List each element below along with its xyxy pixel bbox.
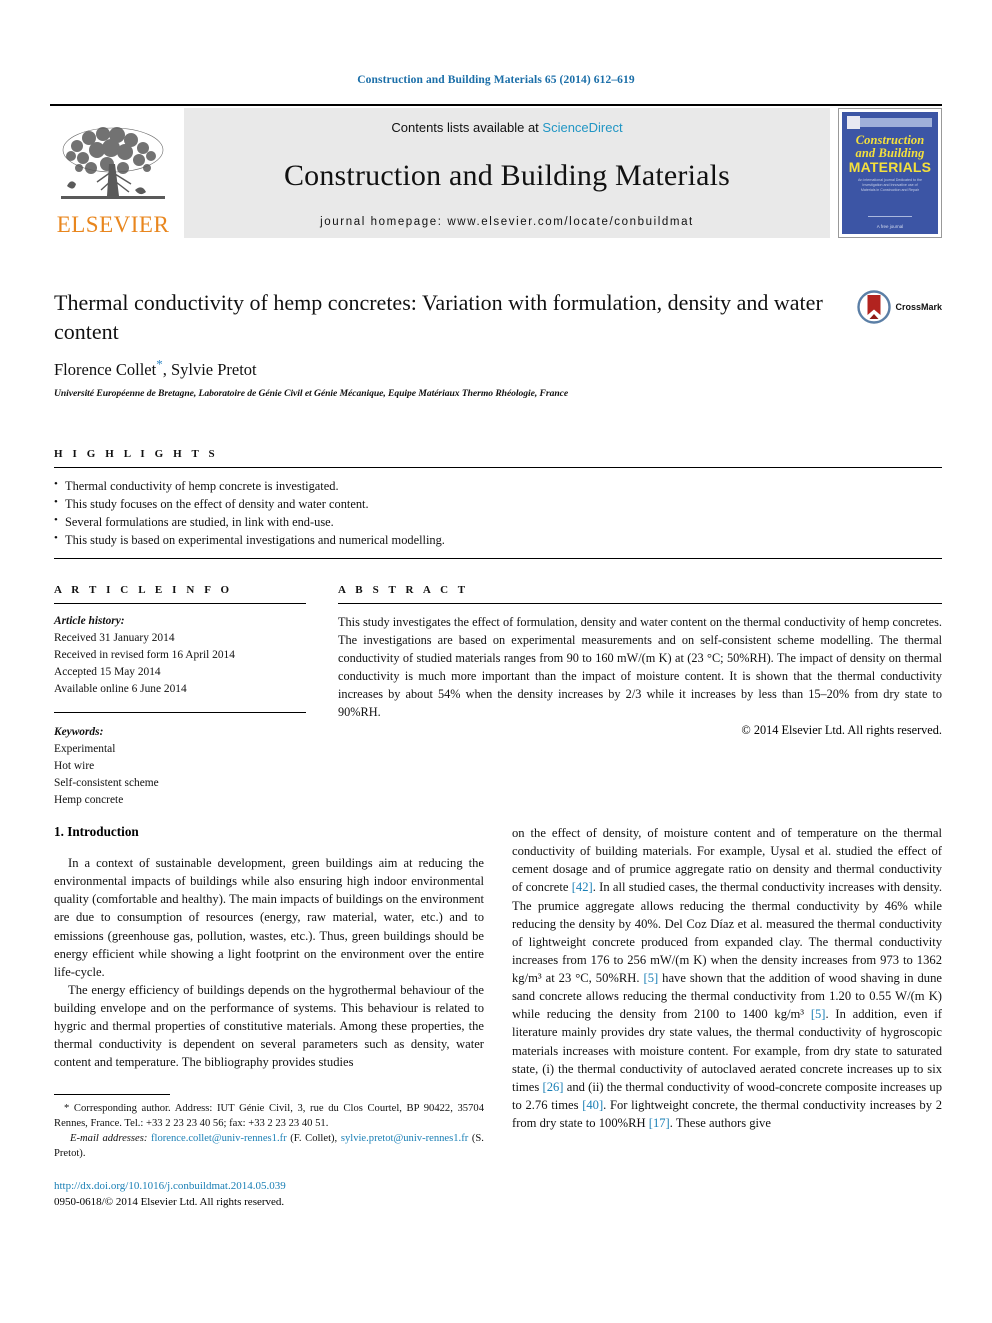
elsevier-wordmark: ELSEVIER xyxy=(56,212,170,237)
history-item: Available online 6 June 2014 xyxy=(54,683,187,696)
article-history: Article history: Received 31 January 201… xyxy=(54,613,306,699)
paragraph: In a context of sustainable development,… xyxy=(54,856,484,979)
crossmark-badge[interactable]: CrossMark xyxy=(857,290,942,324)
citation-ref-5b[interactable]: [5] xyxy=(811,1007,826,1021)
doi-block: http://dx.doi.org/10.1016/j.conbuildmat.… xyxy=(54,1179,484,1211)
citation-ref-40[interactable]: [40] xyxy=(582,1098,603,1112)
doi-link[interactable]: http://dx.doi.org/10.1016/j.conbuildmat.… xyxy=(54,1179,484,1195)
keyword-item: Self-consistent scheme xyxy=(54,776,159,789)
highlights-label: H I G H L I G H T S xyxy=(54,448,219,460)
citation-ref-42[interactable]: [42] xyxy=(572,880,593,894)
list-item: Several formulations are studied, in lin… xyxy=(54,512,942,531)
contents-prefix: Contents lists available at xyxy=(391,120,543,135)
history-item: Received in revised form 16 April 2014 xyxy=(54,649,235,662)
paragraph-continued: on the effect of density, of moisture co… xyxy=(512,824,942,1132)
keyword-item: Hemp concrete xyxy=(54,793,124,806)
highlights-divider xyxy=(54,467,942,468)
cover-divider xyxy=(868,216,912,217)
text-run: . In all studied cases, the thermal cond… xyxy=(512,880,942,985)
section-heading-introduction: 1. Introduction xyxy=(54,824,139,839)
highlights-list: Thermal conductivity of hemp concrete is… xyxy=(54,476,942,549)
article-info-divider xyxy=(54,603,306,604)
citation-ref-5a[interactable]: [5] xyxy=(644,971,659,985)
email-owner-1: (F. Collet), xyxy=(290,1132,338,1144)
list-item: This study focuses on the effect of dens… xyxy=(54,494,942,513)
elsevier-tree-icon xyxy=(61,127,165,199)
cover-blurb: An international journal Dedicated to th… xyxy=(858,178,922,193)
author-rest[interactable]: , Sylvie Pretot xyxy=(163,360,257,379)
journal-title: Construction and Building Materials xyxy=(283,158,731,192)
crossmark-icon xyxy=(857,290,892,324)
abstract-divider xyxy=(338,603,942,604)
paper-page: Construction and Building Materials 65 (… xyxy=(0,0,992,1323)
email-link-1[interactable]: florence.collet@univ-rennes1.fr xyxy=(151,1133,287,1144)
cover-top-band xyxy=(848,118,932,127)
citation-ref-17[interactable]: [17] xyxy=(649,1116,670,1130)
history-item: Received 31 January 2014 xyxy=(54,632,175,645)
affiliation: Université Européenne de Bretagne, Labor… xyxy=(54,388,569,400)
abstract-text: This study investigates the effect of fo… xyxy=(338,615,942,719)
footnote-divider xyxy=(54,1093,170,1095)
info-abstract-block: A R T I C L E I N F O Article history: R… xyxy=(54,584,942,809)
body-right-column: on the effect of density, of moisture co… xyxy=(512,824,942,1211)
keywords-block: Keywords: Experimental Hot wire Self-con… xyxy=(54,711,306,810)
journal-cover-thumbnail[interactable]: Construction and Building MATERIALS An i… xyxy=(838,108,942,238)
citation-ref-26[interactable]: [26] xyxy=(543,1080,564,1094)
elsevier-logo[interactable]: ELSEVIER xyxy=(50,108,176,238)
email-link-2[interactable]: sylvie.pretot@univ-rennes1.fr xyxy=(341,1133,468,1144)
article-info-column: A R T I C L E I N F O Article history: R… xyxy=(54,584,306,809)
history-item: Accepted 15 May 2014 xyxy=(54,666,161,679)
paragraph: The energy efficiency of buildings depen… xyxy=(54,982,484,1070)
contents-available-line: Contents lists available at ScienceDirec… xyxy=(391,120,622,135)
body-columns: 1. Introduction In a context of sustaina… xyxy=(54,824,942,1211)
journal-band: Contents lists available at ScienceDirec… xyxy=(184,108,830,238)
article-info-label: A R T I C L E I N F O xyxy=(54,584,233,596)
author-list: Florence Collet*, Sylvie Pretot xyxy=(54,358,844,380)
article-history-label: Article history: xyxy=(54,615,125,627)
email-addresses-label: E-mail addresses: xyxy=(70,1132,148,1144)
keyword-item: Hot wire xyxy=(54,759,95,772)
abstract-column: A B S T R A C T This study investigates … xyxy=(338,584,942,809)
highlights-section: H I G H L I G H T S Thermal conductivity… xyxy=(54,448,942,560)
author-first[interactable]: Florence Collet xyxy=(54,360,156,379)
issn-copyright-line: 0950-0618/© 2014 Elsevier Ltd. All right… xyxy=(54,1195,285,1208)
highlights-bottom-divider xyxy=(54,558,942,560)
body-left-column: 1. Introduction In a context of sustaina… xyxy=(54,824,484,1211)
footnote-block: * Corresponding author. Address: IUT Gén… xyxy=(54,1093,484,1211)
cover-elsevier-mark xyxy=(847,116,860,129)
keywords-label: Keywords: xyxy=(54,725,104,738)
corresponding-author-note: * Corresponding author. Address: IUT Gén… xyxy=(54,1102,484,1129)
abstract-copyright: © 2014 Elsevier Ltd. All rights reserved… xyxy=(741,722,942,737)
cover-line-3: MATERIALS xyxy=(848,159,932,175)
email-note: E-mail addresses: florence.collet@univ-r… xyxy=(54,1131,484,1161)
journal-homepage-line[interactable]: journal homepage: www.elsevier.com/locat… xyxy=(320,216,694,228)
running-head: Construction and Building Materials 65 (… xyxy=(357,74,635,86)
title-block: Thermal conductivity of hemp concretes: … xyxy=(54,288,844,399)
keyword-item: Experimental xyxy=(54,742,116,755)
list-item: This study is based on experimental inve… xyxy=(54,530,942,549)
text-run: . These authors give xyxy=(669,1116,771,1130)
crossmark-label: CrossMark xyxy=(895,302,942,312)
list-item: Thermal conductivity of hemp concrete is… xyxy=(54,476,942,495)
cover-footer: A free journal xyxy=(876,224,904,229)
page-title: Thermal conductivity of hemp concretes: … xyxy=(54,290,823,345)
journal-masthead: ELSEVIER Contents lists available at Sci… xyxy=(50,104,942,238)
sciencedirect-link[interactable]: ScienceDirect xyxy=(542,120,622,135)
abstract-label: A B S T R A C T xyxy=(338,584,469,596)
